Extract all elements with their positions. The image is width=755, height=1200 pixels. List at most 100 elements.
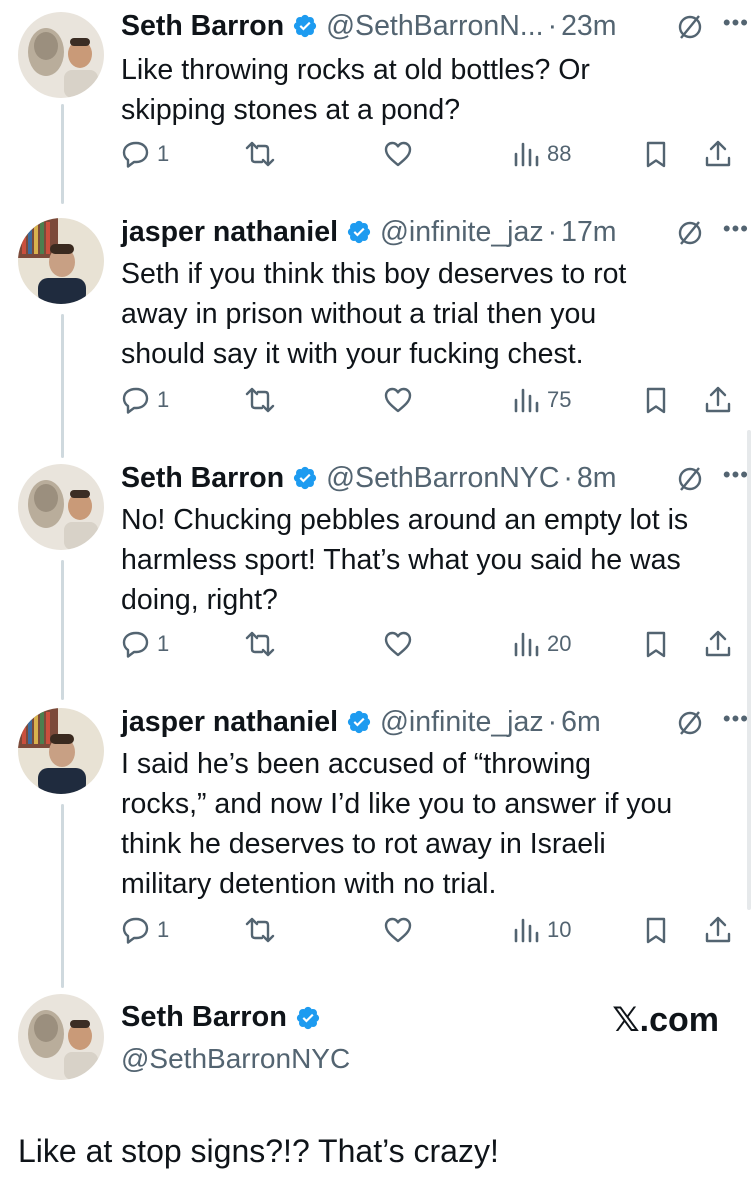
tweet-header: jasper nathaniel @infinite_jaz · 17m xyxy=(121,212,731,252)
timestamp[interactable]: 6m xyxy=(561,706,601,739)
heart-icon xyxy=(384,387,412,413)
like-button[interactable] xyxy=(383,910,413,950)
share-icon xyxy=(705,140,731,167)
views-chart-icon xyxy=(514,388,539,413)
text-line: military detention with no trial. xyxy=(121,868,497,900)
grok-icon[interactable] xyxy=(675,218,705,248)
text-line: skipping stones at a pond? xyxy=(121,94,461,126)
views-chart-icon xyxy=(514,918,539,943)
main-tweet-text: Like at stop signs?!? That’s crazy! xyxy=(18,1133,499,1169)
share-icon xyxy=(705,916,731,943)
tweet-header: Seth Barron @SethBarronNYC · 8m xyxy=(121,458,731,498)
views-chart-icon xyxy=(514,632,539,657)
views-button[interactable]: 20 xyxy=(511,624,571,664)
repost-button[interactable] xyxy=(245,134,275,174)
author-name[interactable]: Seth Barron xyxy=(121,462,284,495)
avatar[interactable] xyxy=(18,464,104,550)
grok-icon[interactable] xyxy=(675,12,705,42)
text-line: away in prison without a trial then you xyxy=(121,298,597,330)
timestamp[interactable]: 17m xyxy=(561,216,616,249)
reply-count: 1 xyxy=(157,141,170,166)
more-options-icon[interactable]: ••• xyxy=(723,10,749,36)
text-line: I said he’s been accused of “throwing xyxy=(121,748,592,780)
bookmark-button[interactable] xyxy=(641,624,671,664)
share-icon xyxy=(705,386,731,413)
tweet-actions: 1 10 xyxy=(121,910,741,950)
like-button[interactable] xyxy=(383,380,413,420)
reply-button[interactable]: 1 xyxy=(121,910,169,950)
text-line: Like throwing rocks at old bottles? Or xyxy=(121,54,590,86)
view-count: 20 xyxy=(547,631,572,656)
avatar[interactable] xyxy=(18,708,104,794)
views-button[interactable]: 10 xyxy=(511,910,571,950)
author-handle[interactable]: @SethBarronNYC xyxy=(326,462,559,495)
author-name[interactable]: Seth Barron xyxy=(121,1001,287,1034)
repost-icon xyxy=(245,387,275,413)
separator: · xyxy=(563,461,573,494)
view-count: 10 xyxy=(547,917,572,942)
repost-icon xyxy=(245,631,275,657)
bookmark-button[interactable] xyxy=(641,380,671,420)
avatar[interactable] xyxy=(18,12,104,98)
repost-button[interactable] xyxy=(245,624,275,664)
text-line: Seth if you think this boy deserves to r… xyxy=(121,258,627,290)
text-line: should say it with your fucking chest. xyxy=(121,338,584,370)
reply-button[interactable]: 1 xyxy=(121,134,169,174)
scrollbar[interactable] xyxy=(747,430,751,910)
verified-badge-icon xyxy=(346,219,372,245)
tweet-actions: 1 88 xyxy=(121,134,741,174)
share-button[interactable] xyxy=(703,380,733,420)
reply-button[interactable]: 1 xyxy=(121,380,169,420)
reply-icon xyxy=(122,917,149,944)
author-handle[interactable]: @SethBarronN... xyxy=(326,10,543,43)
avatar[interactable] xyxy=(18,218,104,304)
reply-button[interactable]: 1 xyxy=(121,624,169,664)
views-button[interactable]: 88 xyxy=(511,134,571,174)
repost-button[interactable] xyxy=(245,910,275,950)
author-name[interactable]: Seth Barron xyxy=(121,10,284,43)
bookmark-button[interactable] xyxy=(641,910,671,950)
grok-icon[interactable] xyxy=(675,464,705,494)
like-button[interactable] xyxy=(383,624,413,664)
verified-badge-icon xyxy=(292,465,318,491)
more-options-icon[interactable]: ••• xyxy=(723,216,749,242)
view-count: 88 xyxy=(547,141,572,166)
author-handle[interactable]: @infinite_jaz xyxy=(380,216,544,249)
more-options-icon[interactable]: ••• xyxy=(723,462,749,488)
main-author-name[interactable]: Seth Barron xyxy=(121,1001,329,1034)
x-com-watermark: 𝕏.com xyxy=(612,1001,719,1039)
more-options-icon[interactable]: ••• xyxy=(723,706,749,732)
thread-line xyxy=(61,314,64,458)
author-handle[interactable]: @infinite_jaz xyxy=(380,706,544,739)
views-button[interactable]: 75 xyxy=(511,380,571,420)
grok-icon[interactable] xyxy=(675,708,705,738)
avatar[interactable] xyxy=(18,994,104,1080)
bookmark-button[interactable] xyxy=(641,134,671,174)
verified-badge-icon xyxy=(295,1005,321,1031)
separator: · xyxy=(547,215,558,248)
share-button[interactable] xyxy=(703,134,733,174)
timestamp[interactable]: 8m xyxy=(577,462,617,495)
main-author-handle[interactable]: @SethBarronNYC xyxy=(121,1043,350,1075)
repost-icon xyxy=(245,141,275,167)
repost-button[interactable] xyxy=(245,380,275,420)
author-name[interactable]: jasper nathaniel xyxy=(121,706,338,739)
text-line: doing, right? xyxy=(121,584,278,616)
author-name[interactable]: jasper nathaniel xyxy=(121,216,338,249)
verified-badge-icon xyxy=(292,13,318,39)
timestamp[interactable]: 23m xyxy=(561,10,616,43)
bookmark-icon xyxy=(646,387,666,414)
thread-line xyxy=(61,104,64,204)
share-button[interactable] xyxy=(703,624,733,664)
tweet-text: I said he’s been accused of “throwing ro… xyxy=(121,744,741,904)
tweet-header: jasper nathaniel @infinite_jaz · 6m xyxy=(121,702,731,742)
heart-icon xyxy=(384,917,412,943)
like-button[interactable] xyxy=(383,134,413,174)
heart-icon xyxy=(384,141,412,167)
share-button[interactable] xyxy=(703,910,733,950)
bookmark-icon xyxy=(646,917,666,944)
heart-icon xyxy=(384,631,412,657)
text-line: harmless sport! That’s what you said he … xyxy=(121,544,681,576)
tweet-actions: 1 75 xyxy=(121,380,741,420)
verified-badge-icon xyxy=(346,709,372,735)
